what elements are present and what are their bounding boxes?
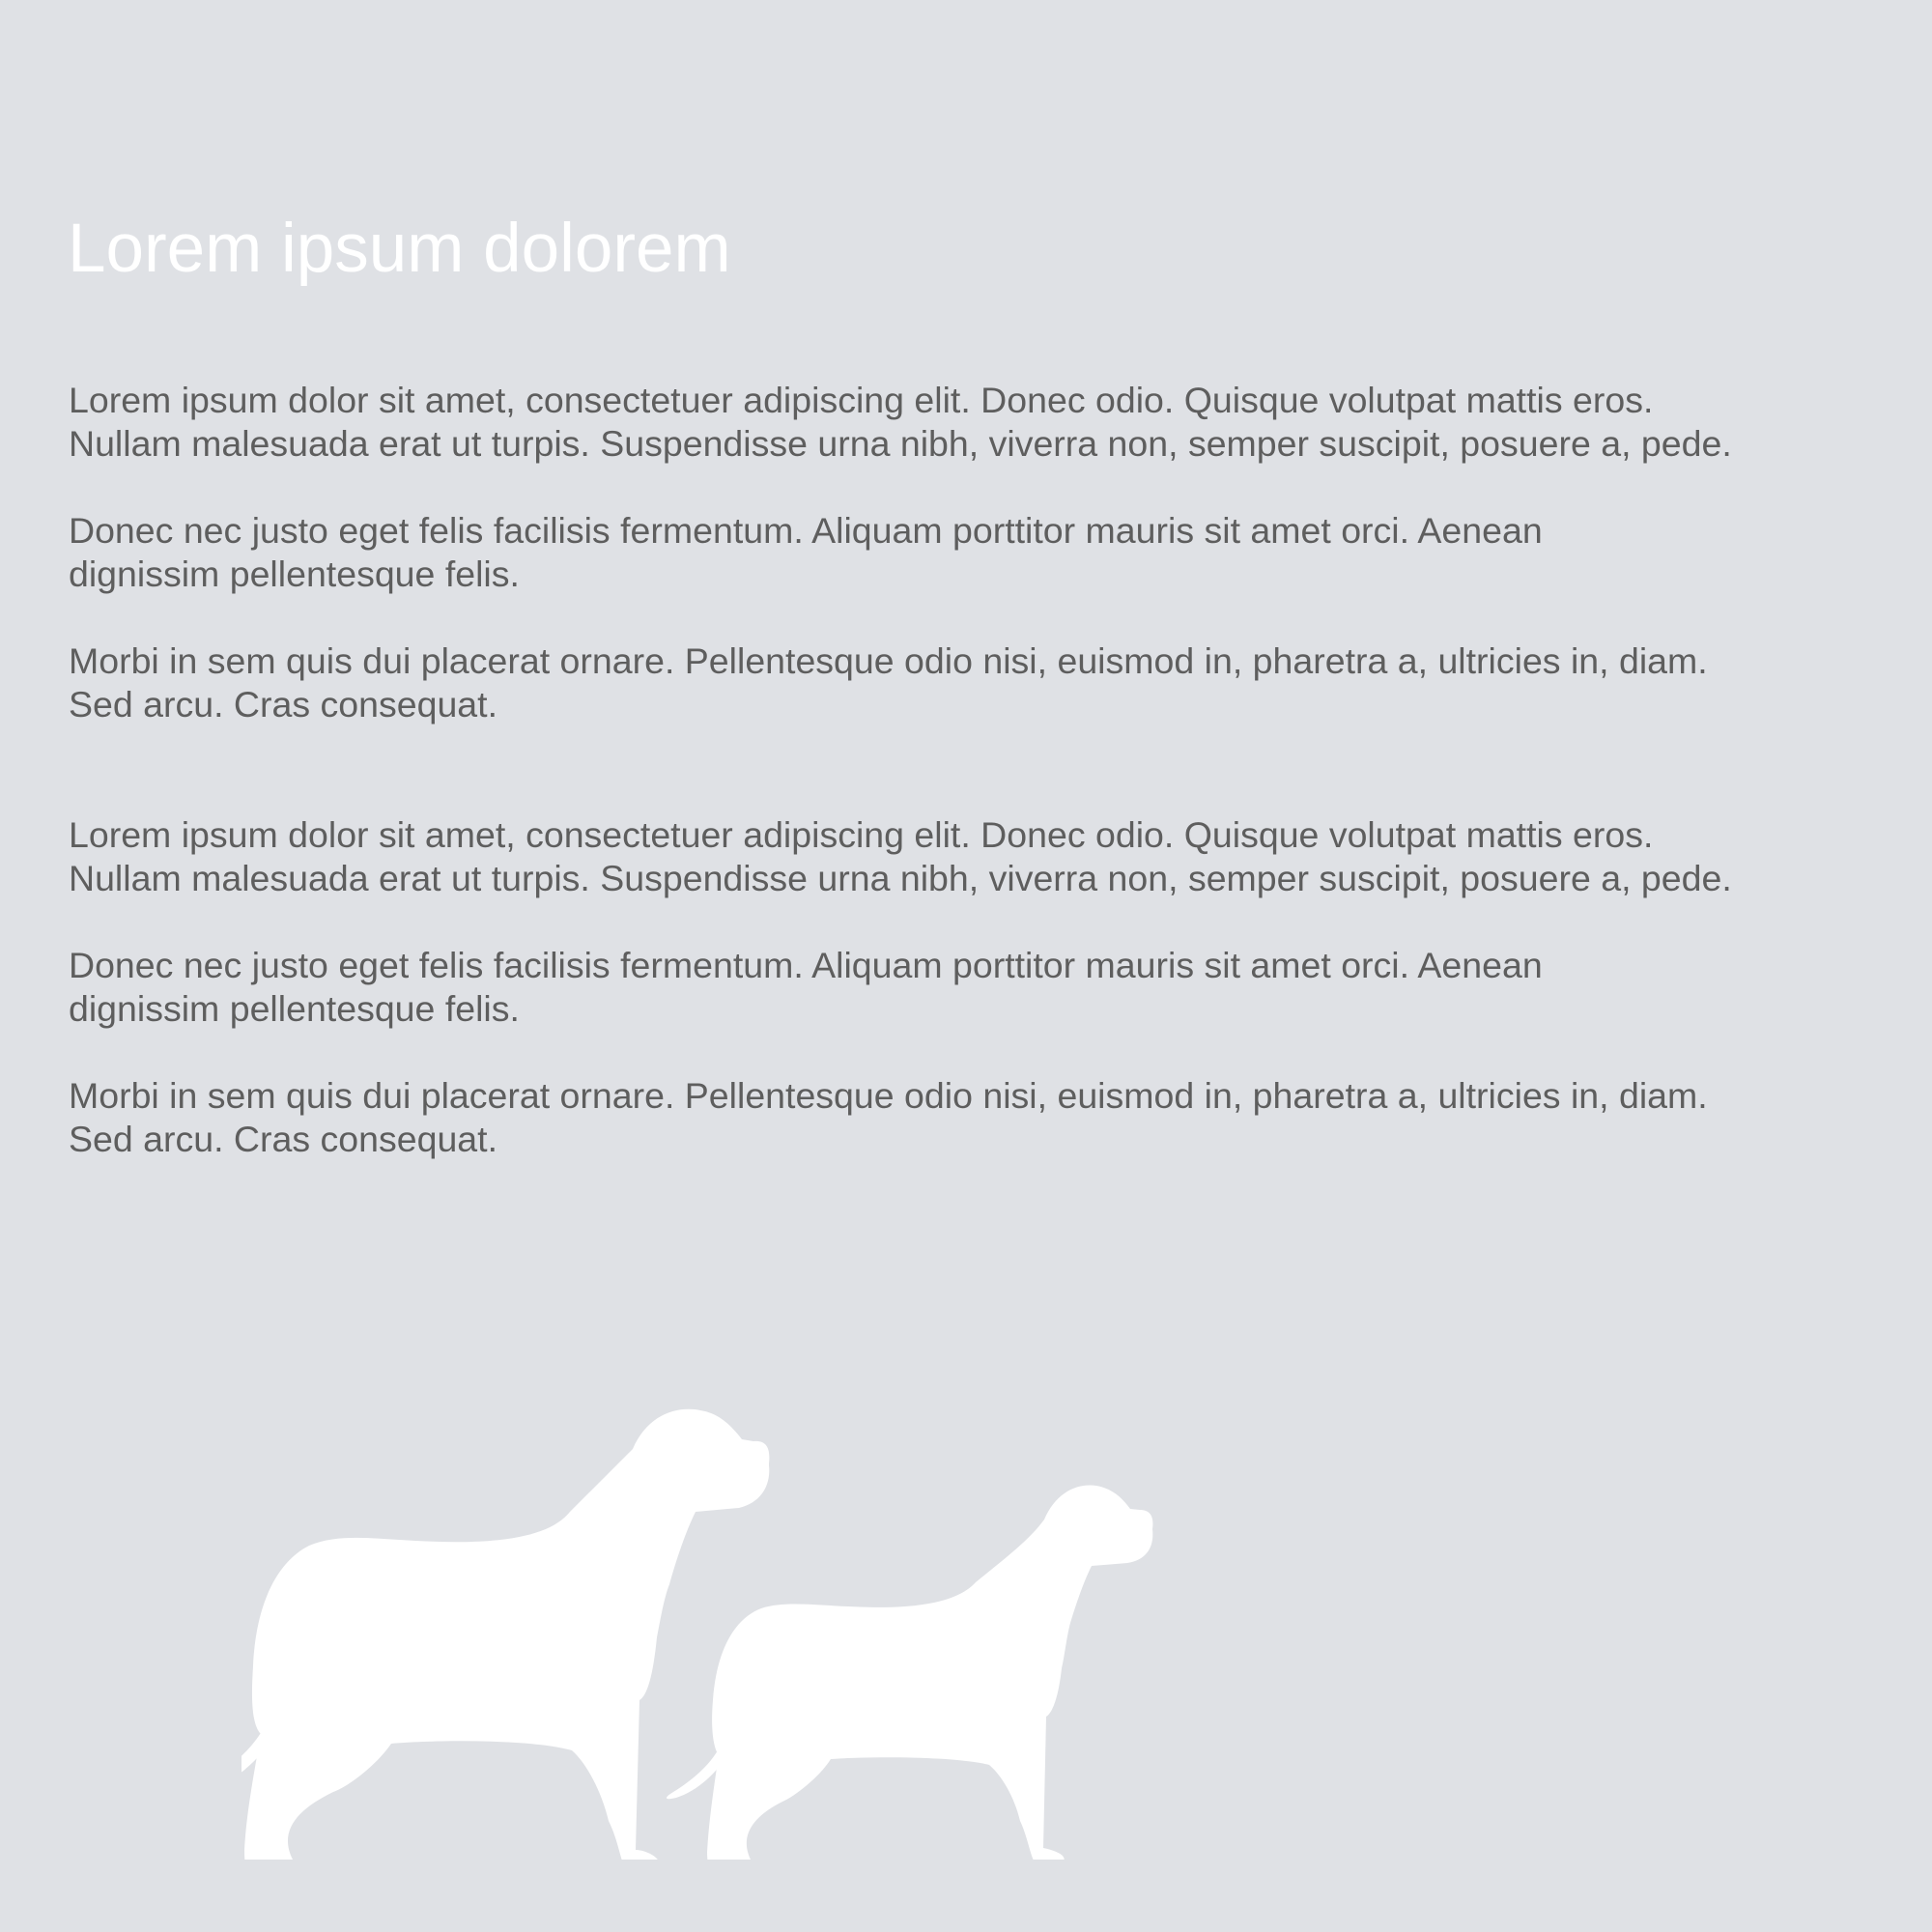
paragraph-line: dignissim pellentesque felis. — [69, 988, 520, 1029]
paragraph-line: Morbi in sem quis dui placerat ornare. P… — [69, 640, 1708, 681]
paragraph-line: Nullam malesuada erat ut turpis. Suspend… — [69, 858, 1732, 898]
paragraph-line: Donec nec justo eget felis facilisis fer… — [69, 945, 1543, 985]
text-section-2: Lorem ipsum dolor sit amet, consectetuer… — [69, 813, 1904, 1161]
paragraph-line: Nullam malesuada erat ut turpis. Suspend… — [69, 423, 1732, 464]
paragraph: Morbi in sem quis dui placerat ornare. P… — [69, 1074, 1904, 1161]
large-dog-silhouette-icon — [242, 1408, 770, 1860]
paragraph: Morbi in sem quis dui placerat ornare. P… — [69, 639, 1904, 726]
dogs-illustration — [242, 1408, 1153, 1860]
small-dog-silhouette-icon — [667, 1485, 1153, 1860]
text-section-1: Lorem ipsum dolor sit amet, consectetuer… — [69, 379, 1904, 726]
paragraph: Lorem ipsum dolor sit amet, consectetuer… — [69, 813, 1904, 900]
paragraph-line: Lorem ipsum dolor sit amet, consectetuer… — [69, 380, 1654, 420]
paragraph: Lorem ipsum dolor sit amet, consectetuer… — [69, 379, 1904, 466]
paragraph-line: Morbi in sem quis dui placerat ornare. P… — [69, 1075, 1708, 1116]
paragraph-line: Lorem ipsum dolor sit amet, consectetuer… — [69, 814, 1654, 855]
paragraph: Donec nec justo eget felis facilisis fer… — [69, 509, 1904, 596]
paragraph-line: Sed arcu. Cras consequat. — [69, 1119, 497, 1159]
page-title: Lorem ipsum dolorem — [68, 211, 731, 287]
paragraph-line: Sed arcu. Cras consequat. — [69, 684, 497, 724]
paragraph-line: dignissim pellentesque felis. — [69, 554, 520, 594]
paragraph: Donec nec justo eget felis facilisis fer… — [69, 944, 1904, 1031]
paragraph-line: Donec nec justo eget felis facilisis fer… — [69, 510, 1543, 551]
